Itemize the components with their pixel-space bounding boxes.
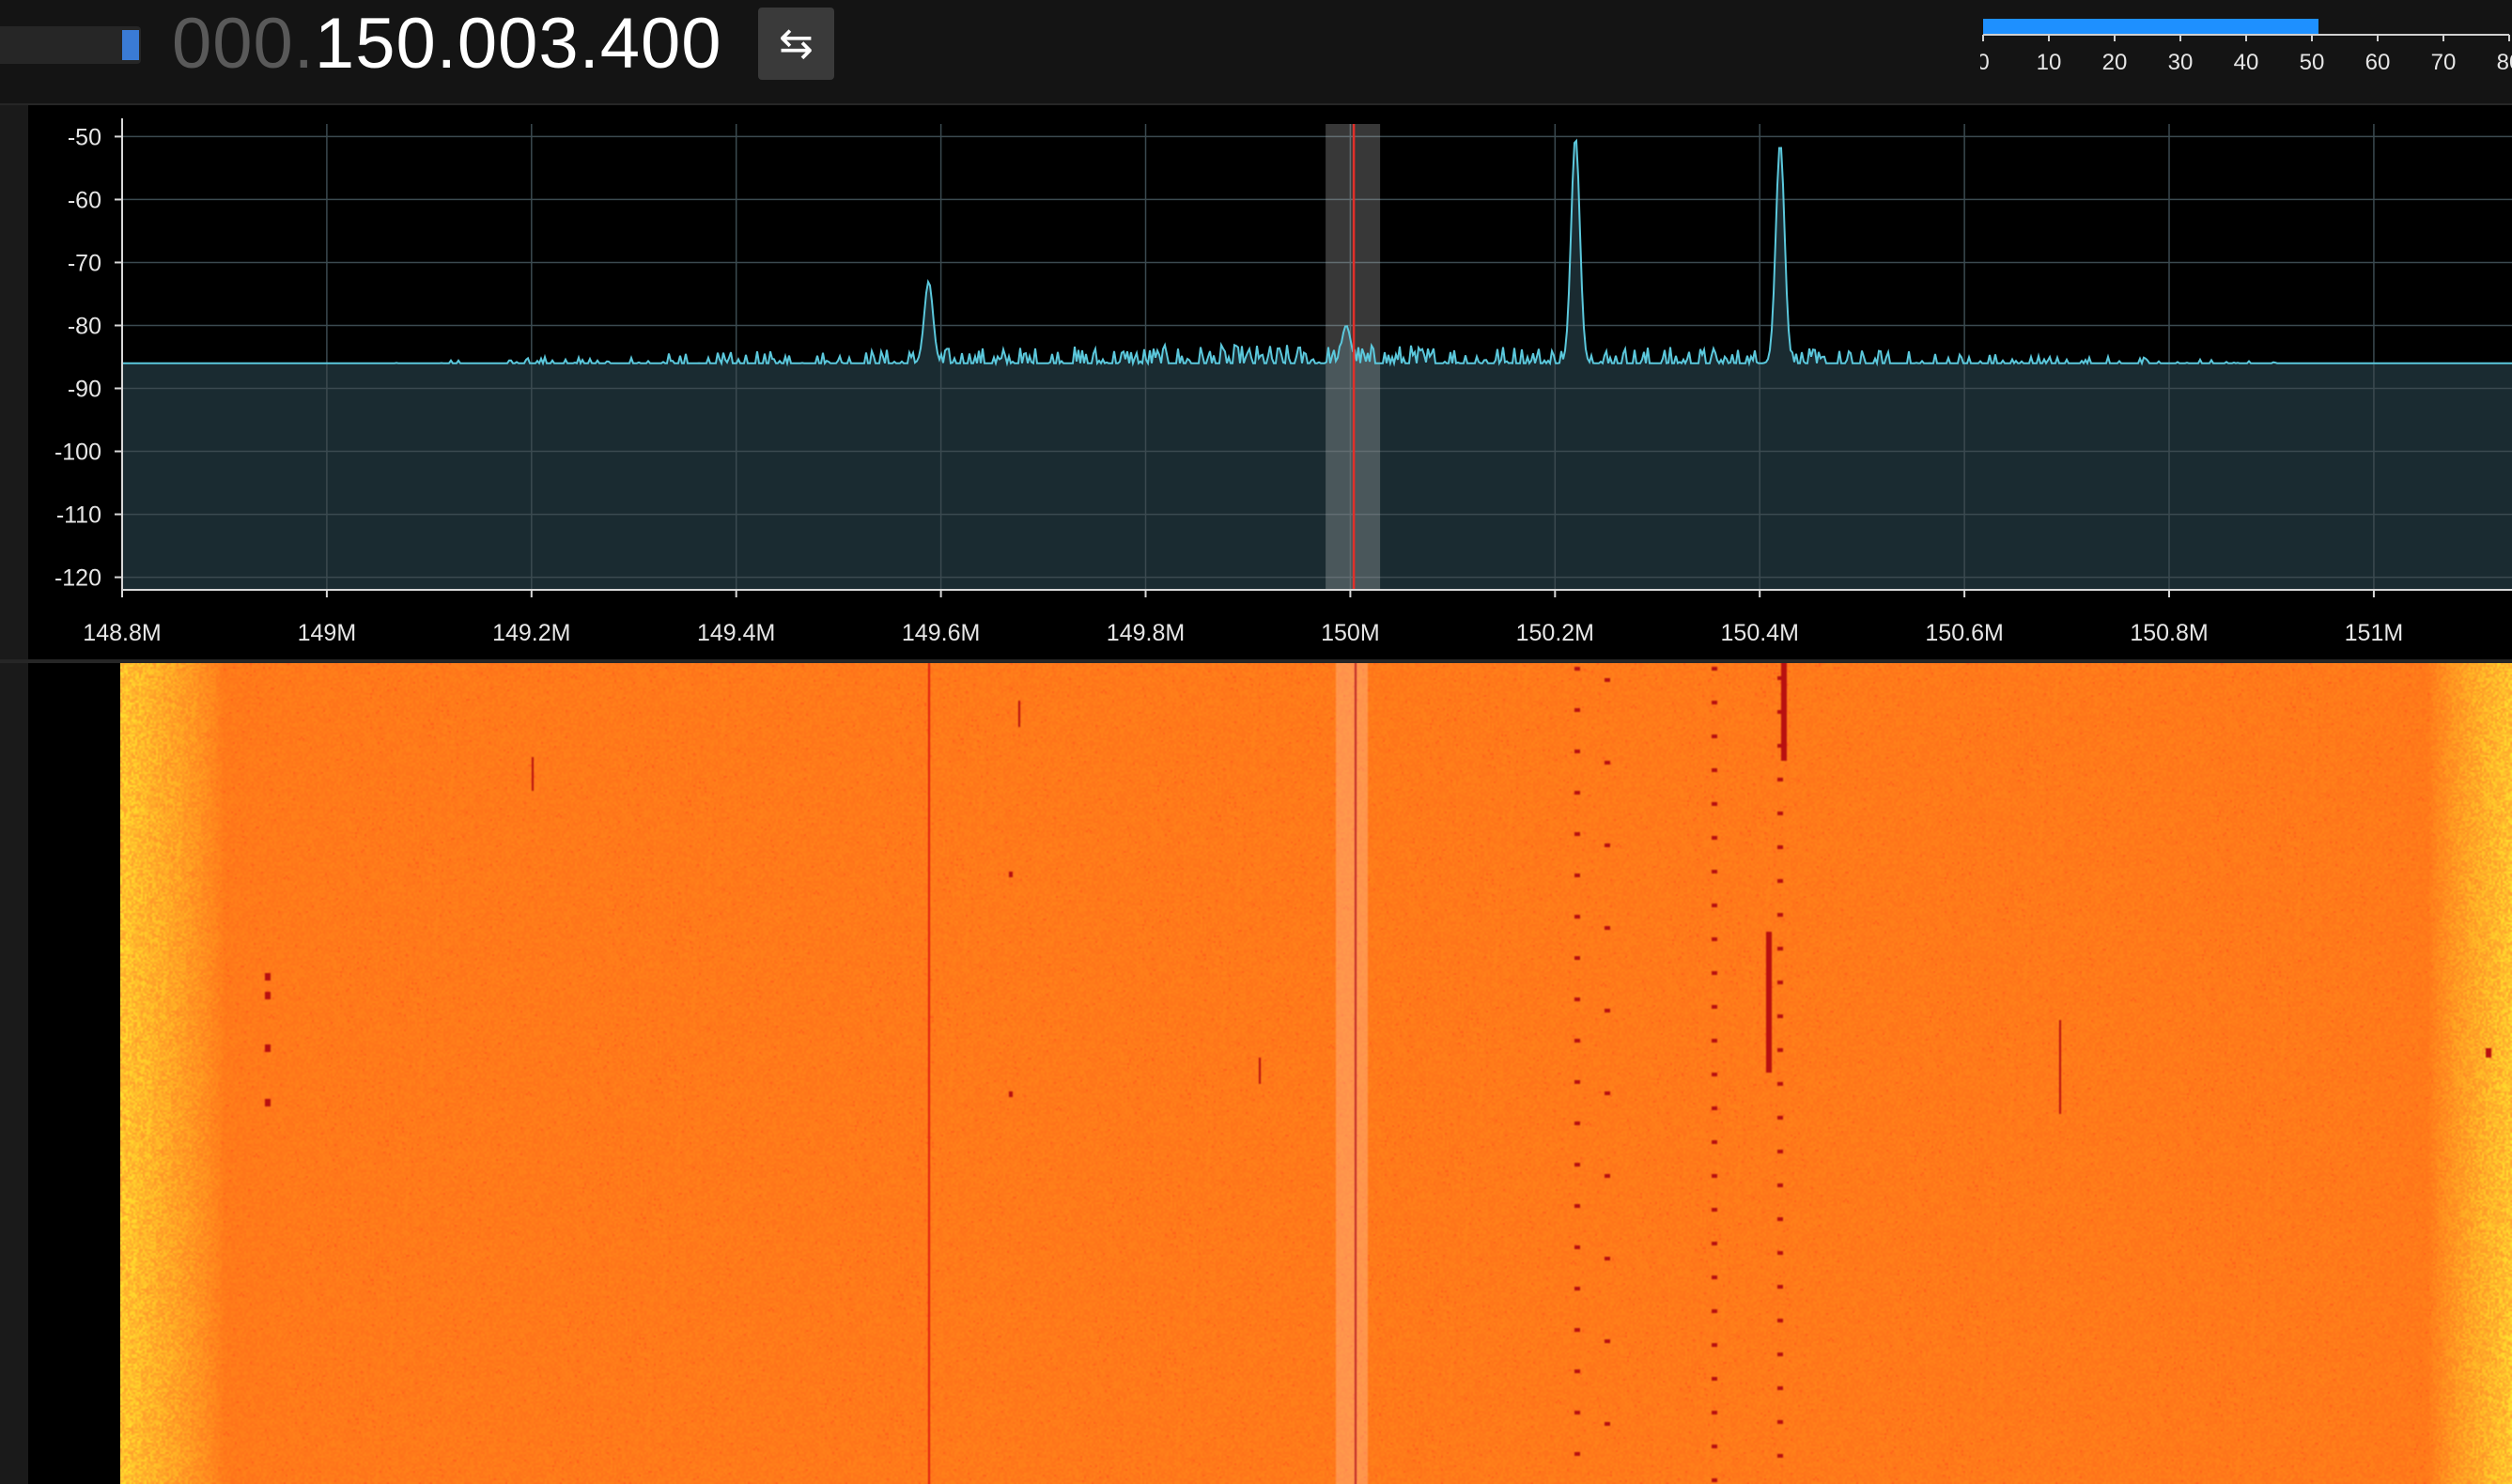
snr-tick-label: 40: [2234, 50, 2259, 75]
spectrum-plot[interactable]: -50-60-70-80-90-100-110-120 148.8M 149M 14…: [0, 105, 2512, 659]
snr-tick-label: 80: [2497, 50, 2512, 75]
frequency-prefix[interactable]: 000.: [172, 4, 315, 84]
x-tick-label: 149.8M: [1107, 620, 1185, 646]
spectrum-fill-layer: [122, 140, 2512, 590]
gain-slider[interactable]: [0, 26, 141, 64]
x-tick-label: 150.4M: [1721, 620, 1799, 646]
y-tick-label: -110: [56, 502, 101, 529]
spectrum-fill: [122, 140, 2512, 590]
swap-arrows-icon: ⇆: [779, 21, 814, 67]
sdr-receiver-window: 000.150.003.400 ⇆ 01020304050607080 -50-…: [0, 0, 2512, 1484]
waterfall-display[interactable]: [120, 663, 2512, 1484]
x-tick-label: 150.6M: [1925, 620, 2003, 646]
spectrum-trace: [122, 138, 2512, 367]
y-tick-label: -120: [54, 565, 101, 592]
frequency-value[interactable]: 150.003.400: [315, 4, 722, 84]
spectrum-x-axis-labels: 148.8M 149M 149.2M 149.4M 149.6M 149.8M 150M 15…: [83, 590, 2403, 646]
snr-meter-ticks: 0 10 20 30 40 50 60 70 80: [1980, 35, 2512, 75]
swap-button[interactable]: ⇆: [758, 8, 834, 80]
snr-tick-label: 50: [2300, 50, 2325, 75]
snr-meter: 0 10 20 30 40 50 60 70 80: [1980, 19, 2512, 75]
x-tick-label: 149.6M: [902, 620, 980, 646]
y-tick-label: -60: [68, 187, 101, 213]
x-tick-label: 150.8M: [2130, 620, 2208, 646]
top-toolbar: 000.150.003.400 ⇆ 0 10 20 30 40 50 60 70 80: [0, 0, 2512, 103]
x-tick-label: 150.2M: [1516, 620, 1594, 646]
x-tick-label: 150M: [1321, 620, 1380, 646]
y-tick-label: -50: [68, 124, 101, 150]
snr-tick-label: 60: [2365, 50, 2391, 75]
gain-slider-fill: [122, 30, 139, 60]
spectrum-y-axis-labels: -50 -60 -70 -80 -90 -100 -110 -120: [54, 124, 122, 592]
x-tick-label: 149M: [298, 620, 357, 646]
x-tick-label: 149.4M: [697, 620, 775, 646]
snr-tick-label: 10: [2037, 50, 2062, 75]
waterfall-panel[interactable]: [0, 663, 2512, 1484]
snr-meter-bar: [1983, 19, 2318, 34]
spectrum-panel[interactable]: -50 -60 -70 -80 -90 -100 -110 -120 148.8M 149M 14…: [0, 105, 2512, 659]
y-tick-label: -90: [68, 377, 101, 403]
snr-tick-label: 0: [1980, 50, 1990, 75]
y-tick-label: -70: [68, 250, 101, 276]
left-border-strip: [0, 105, 28, 659]
snr-tick-label: 20: [2102, 50, 2128, 75]
x-tick-label: 148.8M: [83, 620, 161, 646]
snr-tick-label: 30: [2168, 50, 2194, 75]
y-tick-label: -100: [54, 440, 101, 466]
x-tick-label: 149.2M: [492, 620, 570, 646]
y-tick-label: -80: [68, 313, 101, 339]
frequency-display[interactable]: 000.150.003.400: [172, 4, 722, 85]
waterfall-left-strip: [0, 663, 28, 1484]
x-tick-label: 151M: [2345, 620, 2404, 646]
snr-tick-label: 70: [2431, 50, 2457, 75]
